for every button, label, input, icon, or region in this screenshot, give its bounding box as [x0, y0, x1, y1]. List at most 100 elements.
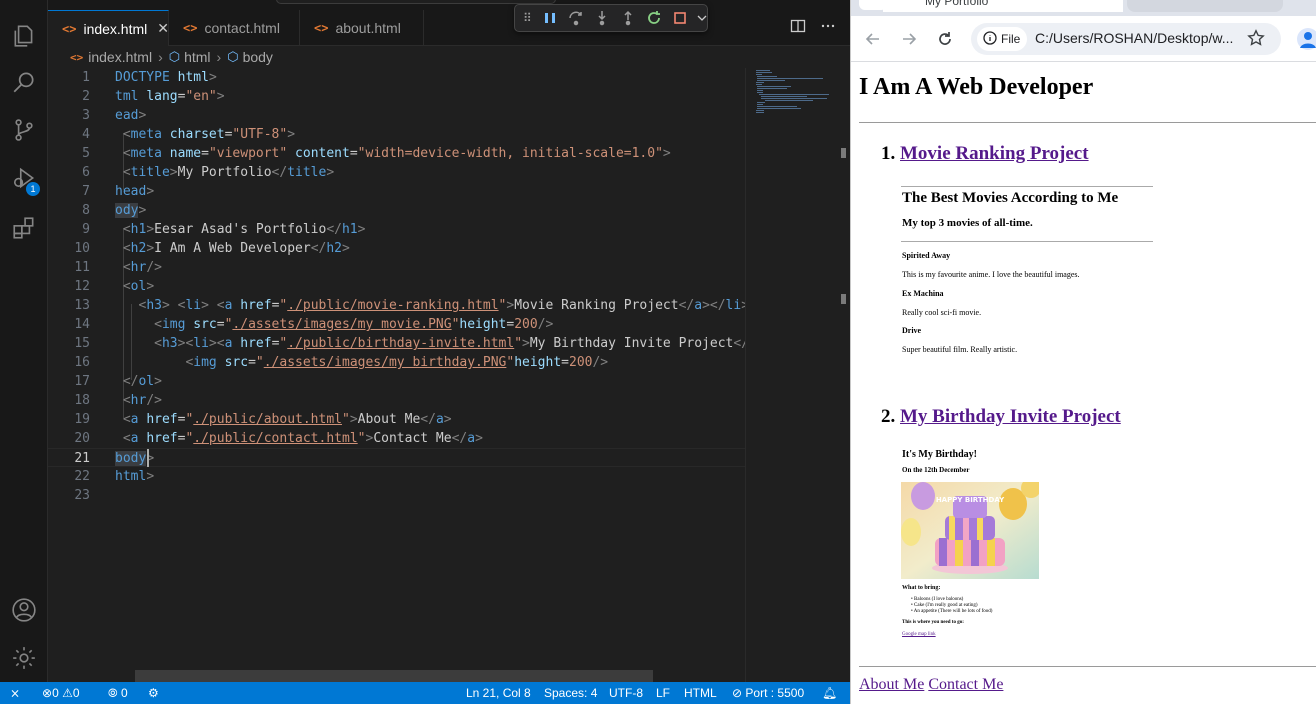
horizontal-rule [859, 666, 1316, 667]
line-number: 6 [82, 165, 90, 180]
footer-links: About Me Contact Me [859, 676, 1003, 694]
breadcrumb-body[interactable]: body [243, 49, 273, 65]
thumb-title: The Best Movies According to Me [902, 190, 1119, 206]
tab-contact-html[interactable]: <> contact.html [169, 10, 300, 46]
more-actions-icon[interactable] [820, 18, 836, 38]
birthday-invite-link[interactable]: My Birthday Invite Project [900, 406, 1121, 427]
code-line: 10 <h2>I Am A Web Developer</h2> [48, 239, 745, 258]
chevron-right-icon: › [216, 49, 222, 65]
problems-indicator[interactable]: ⊗0 ⚠0 [42, 682, 80, 704]
explorer-icon[interactable] [0, 12, 48, 60]
movie-text: Really cool sci-fi movie. [902, 308, 982, 317]
ports-indicator[interactable]: ⦾ 0 [108, 682, 128, 704]
code-line: 5 <meta name="viewport" content="width=d… [48, 144, 745, 163]
list-number: 1. [881, 143, 896, 164]
notifications-bell-icon[interactable]: 🔔︎ [822, 682, 837, 704]
browser-inactive-tab[interactable] [1127, 0, 1283, 12]
run-debug-icon[interactable]: 1 [0, 154, 48, 202]
movie-title: Ex Machina [902, 289, 944, 298]
cursor-position[interactable]: Ln 21, Col 8 [466, 682, 531, 704]
code-line: 20 <a href="./public/contact.html">Conta… [48, 429, 745, 448]
tab-about-html[interactable]: <> about.html [300, 10, 424, 46]
code-line: 4 <meta charset="UTF-8"> [48, 125, 745, 144]
chevron-down-icon[interactable] [697, 9, 707, 27]
site-info-chip[interactable]: File [977, 27, 1027, 51]
contact-me-link[interactable]: Contact Me [928, 676, 1003, 693]
about-me-link[interactable]: About Me [859, 676, 924, 693]
line-number: 4 [82, 127, 90, 142]
bring-item-text: Cake (I'm really good at eating) [914, 603, 978, 608]
reload-icon[interactable] [935, 29, 955, 49]
breadcrumb: <> index.html › ⬡ html › ⬡ body [48, 46, 850, 68]
extensions-icon[interactable] [0, 204, 48, 252]
code-line: 6 <title>My Portfolio</title> [48, 163, 745, 182]
command-center[interactable] [276, 0, 556, 4]
text-cursor [147, 449, 149, 467]
line-number: 10 [74, 241, 90, 256]
source-control-icon[interactable] [0, 106, 48, 154]
back-icon[interactable] [863, 29, 883, 49]
code-line: 19 <a href="./public/about.html">About M… [48, 410, 745, 429]
encoding[interactable]: UTF-8 [609, 682, 643, 704]
line-number: 9 [82, 222, 90, 237]
line-number: 19 [74, 412, 90, 427]
google-map-link[interactable]: Google map link [902, 632, 936, 637]
debug-badge: 1 [26, 182, 40, 196]
search-icon[interactable] [0, 58, 48, 106]
broadcast-icon: ⦾ [108, 686, 118, 700]
account-icon[interactable] [0, 586, 48, 634]
indentation[interactable]: Spaces: 4 [544, 682, 597, 704]
step-over-icon[interactable] [567, 9, 585, 27]
language-mode[interactable]: HTML [684, 682, 717, 704]
thumb-subtitle: On the 12th December [902, 466, 970, 474]
title-strip [48, 0, 850, 10]
split-editor-icon[interactable] [790, 18, 806, 38]
vertical-scrollbar[interactable] [837, 68, 850, 682]
movie-title: Drive [902, 326, 922, 335]
activity-bar: 1 [0, 0, 48, 682]
remote-icon[interactable]: ⨯ [10, 682, 20, 704]
line-number: 1 [82, 70, 90, 85]
error-count: 0 [52, 686, 59, 700]
info-icon [983, 30, 997, 48]
pause-icon[interactable] [541, 9, 559, 27]
step-into-icon[interactable] [593, 9, 611, 27]
settings-gear-icon[interactable] [0, 634, 48, 682]
debug-launch-icon[interactable]: ⚙ [148, 682, 159, 704]
page-heading: I Am A Web Developer [859, 74, 1094, 100]
address-bar[interactable]: File C:/Users/ROSHAN/Desktop/w... [971, 23, 1281, 55]
cake-text: HAPPY BIRTHDAY [936, 496, 1005, 504]
line-number: 18 [74, 393, 90, 408]
code-line: 13 <h3> <li> <a href="./public/movie-ran… [48, 296, 745, 315]
horizontal-scrollbar[interactable] [135, 670, 653, 682]
movie-title: Spirited Away [902, 251, 951, 260]
movie-ranking-screenshot: The Best Movies According to Me My top 3… [901, 184, 1155, 364]
drag-handle-icon[interactable]: ⠿ [523, 11, 533, 25]
breadcrumb-file[interactable]: index.html [88, 49, 152, 65]
line-number: 8 [82, 203, 90, 218]
code-line: 12 <ol> [48, 277, 745, 296]
error-icon: ⊗ [42, 686, 53, 700]
profile-avatar-icon[interactable] [1297, 28, 1316, 50]
code-line: 15 <h3><li><a href="./public/birthday-in… [48, 334, 745, 353]
minimap[interactable] [745, 68, 837, 682]
forward-icon[interactable] [899, 29, 919, 49]
line-endings[interactable]: LF [656, 682, 670, 704]
live-server-port[interactable]: ⊘ Port : 5500 [732, 682, 804, 704]
editor-tabs: <> index.html ✕ <> contact.html <> about… [48, 10, 850, 46]
line-number: 2 [82, 89, 90, 104]
vscode-window: 1 <> index.html ✕ <> contact.html <> abo… [0, 0, 850, 704]
line-number: 22 [74, 469, 90, 484]
line-number: 21 [74, 451, 90, 466]
bookmark-star-icon[interactable] [1247, 29, 1265, 50]
step-out-icon[interactable] [619, 9, 637, 27]
breadcrumb-html[interactable]: html [184, 49, 210, 65]
restart-icon[interactable] [645, 9, 663, 27]
tab-index-html[interactable]: <> index.html ✕ [48, 10, 169, 46]
browser-tab[interactable] [883, 0, 1123, 12]
code-line: 11 <hr/> [48, 258, 745, 277]
close-icon[interactable]: ✕ [157, 20, 169, 37]
stop-icon[interactable] [671, 9, 689, 27]
movie-ranking-link[interactable]: Movie Ranking Project [900, 143, 1089, 164]
code-editor[interactable]: 1 DOCTYPE html> 2 tml lang="en"> 3 ead> 4 <… [48, 68, 745, 682]
